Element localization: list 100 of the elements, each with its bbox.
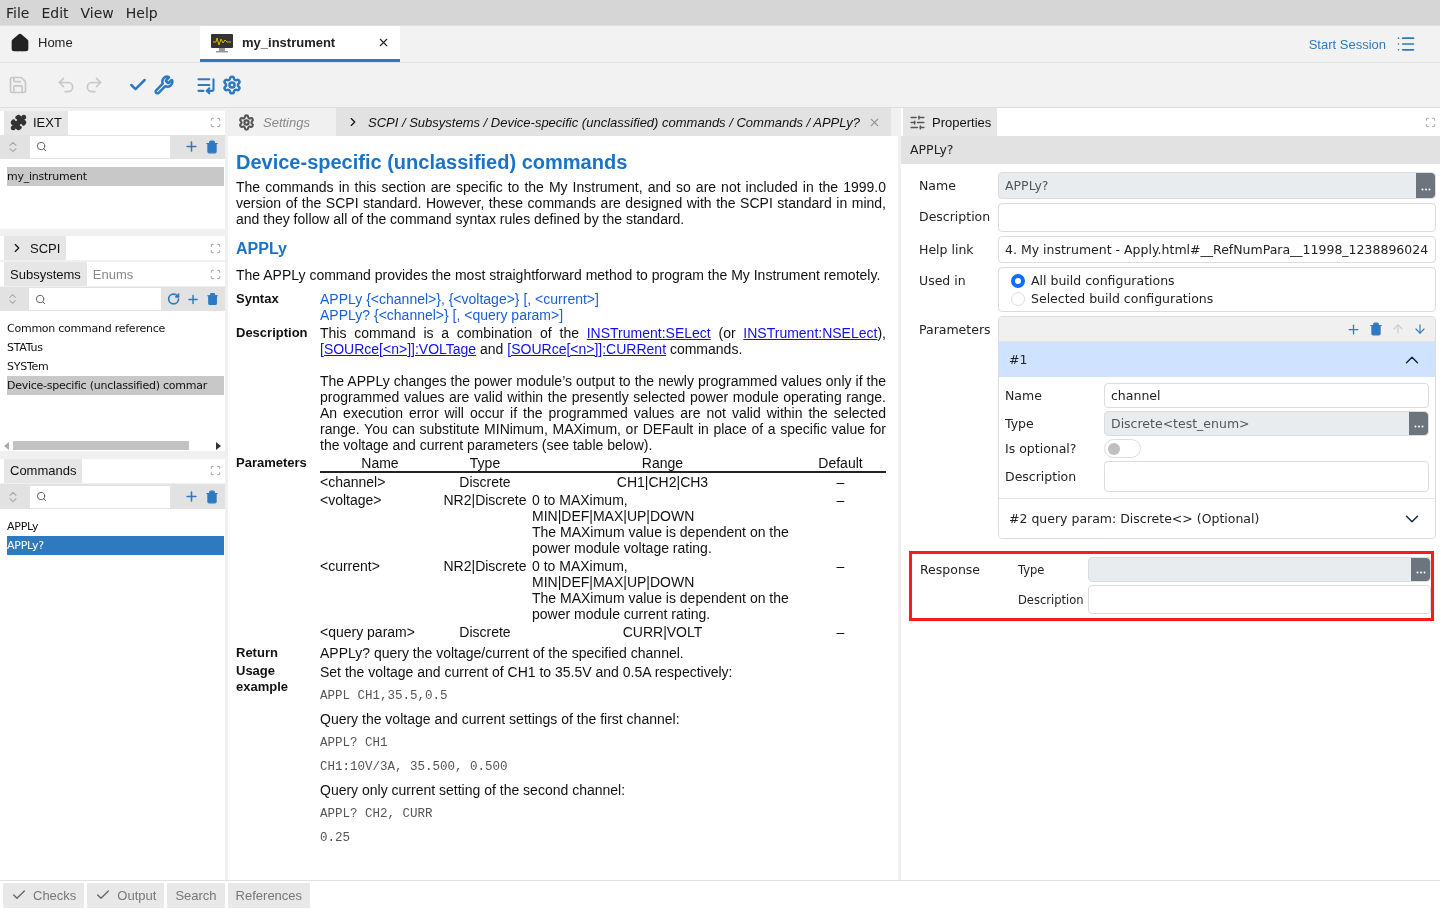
delete-icon[interactable] [205,139,219,154]
redo-icon [84,75,104,95]
delete-icon[interactable] [1369,322,1383,336]
more-button[interactable] [1409,412,1428,435]
range-text: The MAXimum value is dependent on the power module current rating. [532,590,790,622]
list-icon[interactable] [1396,34,1416,54]
add-icon[interactable] [184,489,199,504]
more-icon [1413,425,1424,428]
optional-switch[interactable] [1104,439,1141,458]
parameter-description-field[interactable] [1104,461,1429,492]
command-heading: APPLy [236,241,288,257]
table-cell-text: Discrete [458,473,512,491]
range-text: CH1|CH2|CH3 [615,474,710,490]
add-icon[interactable] [1346,321,1361,337]
parameter-header[interactable]: #1 [999,341,1435,377]
panel-tab[interactable]: Properties [903,108,998,136]
table-cell-text: Discrete [458,623,512,641]
menu-item[interactable]: Help [125,4,158,21]
refresh-icon[interactable] [166,292,180,306]
code-sample: APPL CH1,35.5,0.5 [320,688,449,704]
editor-tab[interactable]: SCPI / Subsystems / Device-specific (unclassified) commands / Commands / APPLy? [336,108,891,136]
add-icon[interactable] [184,139,199,155]
start-session-link[interactable]: Start Session [1308,36,1386,52]
syntax-line: APPLy {<channel>}, {<voltage>} [, <current>] [320,291,600,307]
panel-tab[interactable]: IEXT [4,110,68,135]
bottom-tab[interactable]: Output [87,882,165,908]
description-field[interactable] [998,203,1436,232]
search-field[interactable] [30,135,170,158]
range-text: 0 to MAXimum, [532,558,629,574]
table-cell-text: – [835,557,846,576]
maximize-icon[interactable] [210,117,221,129]
monitor-icon [210,32,234,53]
close-icon[interactable] [377,36,390,49]
settings-icon [222,75,242,95]
panel-tab[interactable]: Commands [4,458,83,483]
field-label: Used in [919,272,967,288]
range-text: CURR|VOLT [621,624,704,640]
bottom-tab[interactable]: References [227,882,311,908]
arrow-up-icon[interactable] [1391,322,1405,336]
name-field[interactable]: APPLy? [998,172,1436,199]
field-label: Description [919,208,992,224]
field-label: Description [1005,469,1078,484]
arrow-down-icon[interactable] [1413,322,1427,336]
delete-icon[interactable] [205,489,219,504]
list-item[interactable]: my_instrument [7,166,224,186]
maximize-icon[interactable] [1425,116,1436,128]
parameter-name-field[interactable]: channel [1104,383,1429,408]
maximize-icon[interactable] [210,465,221,477]
document-tab[interactable]: my_instrument [200,26,400,62]
panel-tab[interactable]: SCPI [4,236,67,261]
scroll-left-icon[interactable] [4,441,9,450]
return-text: APPLy? query the voltage/current of the specified channel. [320,645,685,661]
response-description-field[interactable] [1088,585,1431,614]
maximize-icon[interactable] [210,242,221,254]
save-icon [8,75,28,95]
list-item[interactable]: Device-specific (unclassified) commar [7,376,224,396]
column-header: Type [440,455,530,473]
menu-item[interactable]: File [6,4,30,21]
more-button[interactable] [1411,558,1430,581]
list-item[interactable]: Common command reference [7,319,224,339]
list-item[interactable]: STATus [7,338,224,358]
table-cell-text: – [835,473,846,491]
command-link[interactable]: [SOURce[<n>]]:CURRent [507,341,667,357]
horizontal-scrollbar[interactable] [0,440,225,452]
table-cell-text: <query param> [320,623,416,641]
list-item[interactable]: APPLy? [7,535,224,555]
menu-item[interactable]: View [80,4,114,21]
list-item[interactable]: SYSTem [7,357,224,377]
help-link-field[interactable]: 4. My instrument - Apply.html#__RefNumPara__11998_1238896024 [998,236,1436,263]
list-icon [196,75,216,95]
radio-label: All build configurations [1031,273,1175,288]
field-label: Description [1018,592,1085,607]
search-icon [36,491,47,502]
panel-tab[interactable]: Subsystems [4,262,87,287]
parameter-type-field[interactable]: Discrete<test_enum> [1104,411,1429,436]
search-field[interactable] [29,288,161,310]
parameter-header[interactable]: #2 query param: Discrete<> (Optional) [999,498,1435,538]
field-label: Type [1018,562,1046,577]
properties-title: APPLy? [901,136,1440,164]
delete-icon[interactable] [205,292,219,306]
column-header: Default [795,455,886,473]
menu-item[interactable]: Edit [41,4,69,21]
command-link[interactable]: INSTrument:NSELect [743,325,878,341]
scroll-right-icon[interactable] [216,441,221,450]
more-button[interactable] [1416,173,1435,198]
document-tab[interactable]: Home [0,26,200,62]
column-header: Range [530,455,795,473]
maximize-icon[interactable] [210,268,221,280]
description-paragraph: This command is a combination of the INSTrument:SELect (or INSTrument:NSELect), [SOURce[<n>]]:VOLTage and [SOURce[<n>]]:CURRent commands. [320,325,886,357]
command-link[interactable]: INSTrument:SELect [586,325,711,341]
row-label: Syntax [236,291,280,308]
range-text: The MAXimum value is dependent on the power module voltage rating. [532,524,790,556]
radio-button[interactable] [1011,273,1025,288]
list-item[interactable]: APPLy [7,516,224,536]
search-field[interactable] [30,485,170,508]
bottom-tab[interactable]: Checks [3,882,85,908]
code-sample: 0.25 [320,830,351,846]
command-link[interactable]: [SOURce[<n>]]:VOLTage [320,341,477,357]
response-type-field[interactable] [1088,557,1431,582]
bottom-tab[interactable]: Search [167,882,225,908]
